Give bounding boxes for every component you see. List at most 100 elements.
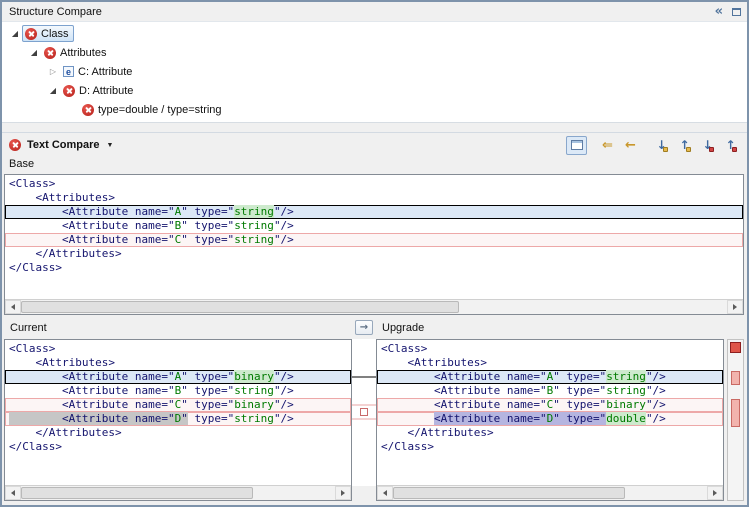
change-accent-dot xyxy=(709,147,714,152)
viewer-dropdown-icon[interactable]: ▼ xyxy=(107,142,114,149)
scroll-right-button[interactable] xyxy=(335,486,351,500)
scroll-track[interactable] xyxy=(393,486,707,500)
maximize-pane-icon[interactable] xyxy=(732,8,741,16)
tree-item-d-attribute[interactable]: ◢ D: Attribute xyxy=(2,81,747,100)
tree-item-labelbox: eC: Attribute xyxy=(60,63,137,80)
tree-item-labelbox: type=double / type=string xyxy=(79,101,227,118)
code-token: <Attribute name=" xyxy=(381,370,547,383)
left-arrow-icon xyxy=(383,490,387,496)
tree-item-c-attribute[interactable]: ▷eC: Attribute xyxy=(2,62,747,81)
code-line[interactable]: </Attributes> xyxy=(5,426,351,440)
code-line[interactable]: <Attribute name="D" type="string"/> xyxy=(5,412,351,426)
code-token: <Attribute name=" xyxy=(9,398,175,411)
scroll-left-button[interactable] xyxy=(5,486,21,500)
structure-tree[interactable]: ◢Class◢Attributes▷eC: Attribute◢D: Attri… xyxy=(2,22,747,123)
conflict-icon xyxy=(63,85,75,97)
collapse-arrow-icon[interactable]: ◢ xyxy=(8,29,22,38)
collapse-pane-chevrons-icon[interactable]: « xyxy=(715,5,723,18)
code-token: double xyxy=(606,412,646,425)
current-editor[interactable]: <Class> <Attributes> <Attribute name="A"… xyxy=(4,339,352,501)
scroll-left-button[interactable] xyxy=(5,300,21,314)
upgrade-code[interactable]: <Class> <Attributes> <Attribute name="A"… xyxy=(377,340,723,485)
tree-item-type-double-type-string[interactable]: type=double / type=string xyxy=(2,100,747,119)
code-line[interactable]: </Class> xyxy=(377,440,723,454)
scroll-track[interactable] xyxy=(21,300,727,314)
base-hscrollbar[interactable] xyxy=(5,299,743,314)
tree-item-attributes[interactable]: ◢ Attributes xyxy=(2,43,747,62)
element-icon: e xyxy=(63,66,74,77)
expand-arrow-icon[interactable]: ▷ xyxy=(46,67,60,76)
next-change-icon[interactable]: ↓ xyxy=(697,136,718,155)
code-line[interactable]: <Attribute name="A" type="string"/> xyxy=(377,370,723,384)
scroll-thumb[interactable] xyxy=(21,487,253,499)
code-token: string xyxy=(606,384,646,397)
code-line[interactable]: <Attributes> xyxy=(5,356,351,370)
code-line[interactable]: <Attribute name="C" type="string"/> xyxy=(5,233,743,247)
code-token: " type=" xyxy=(181,233,234,246)
base-code[interactable]: <Class> <Attributes> <Attribute name="A"… xyxy=(5,175,743,299)
code-token: " type=" xyxy=(553,370,606,383)
previous-change-icon[interactable]: ↑ xyxy=(720,136,741,155)
current-hscrollbar[interactable] xyxy=(5,485,351,500)
scroll-right-button[interactable] xyxy=(707,486,723,500)
left-arrow-icon: ← xyxy=(625,139,636,152)
code-token: binary xyxy=(606,398,646,411)
code-token: <Attribute name=" xyxy=(9,384,175,397)
code-line[interactable]: </Attributes> xyxy=(377,426,723,440)
code-line[interactable]: <Class> xyxy=(377,342,723,356)
code-token: " type=" xyxy=(181,205,234,218)
current-code[interactable]: <Class> <Attributes> <Attribute name="A"… xyxy=(5,340,351,485)
code-line[interactable]: <Attributes> xyxy=(5,191,743,205)
right-arrow-icon xyxy=(733,304,737,310)
upgrade-hscrollbar[interactable] xyxy=(377,485,723,500)
code-line[interactable]: <Attribute name="A" type="binary"/> xyxy=(5,370,351,384)
merge-direction-button[interactable]: → xyxy=(355,320,373,335)
scroll-thumb[interactable] xyxy=(21,301,459,313)
code-line[interactable]: <Attribute name="C" type="binary"/> xyxy=(377,398,723,412)
code-line[interactable]: <Class> xyxy=(5,177,743,191)
copy-all-right-to-left-icon[interactable]: ⇐ xyxy=(597,136,618,155)
diff-connector-area xyxy=(352,339,376,486)
structure-compare-title: Structure Compare xyxy=(9,6,102,18)
code-line[interactable]: <Class> xyxy=(5,342,351,356)
diff-marker-conflict[interactable] xyxy=(731,399,740,427)
code-line[interactable]: <Attribute name="B" type="string"/> xyxy=(5,384,351,398)
code-line[interactable]: </Attributes> xyxy=(5,247,743,261)
conflict-icon xyxy=(9,139,21,151)
tree-item-label: type=double / type=string xyxy=(98,104,222,116)
scroll-thumb[interactable] xyxy=(393,487,625,499)
code-line[interactable]: <Attribute name="D" type="double"/> xyxy=(377,412,723,426)
next-difference-icon[interactable]: ↓ xyxy=(651,136,672,155)
scroll-track[interactable] xyxy=(21,486,335,500)
tree-item-class[interactable]: ◢Class xyxy=(2,24,747,43)
code-line[interactable]: <Attribute name="B" type="string"/> xyxy=(377,384,723,398)
collapse-arrow-icon[interactable]: ◢ xyxy=(27,48,41,57)
diff-marker-current[interactable] xyxy=(731,371,740,385)
code-token: "/> xyxy=(646,398,666,411)
code-token: " type=" xyxy=(553,384,606,397)
code-line[interactable]: </Class> xyxy=(5,440,351,454)
upgrade-editor[interactable]: <Class> <Attributes> <Attribute name="A"… xyxy=(376,339,724,501)
overview-aggregate-indicator[interactable] xyxy=(730,342,741,353)
collapse-arrow-icon[interactable]: ◢ xyxy=(46,86,60,95)
code-token: <Class> xyxy=(9,342,55,355)
code-token: <Class> xyxy=(381,342,427,355)
copy-current-right-to-left-icon[interactable]: ← xyxy=(620,136,641,155)
overview-ruler[interactable] xyxy=(727,339,744,501)
previous-difference-icon[interactable]: ↑ xyxy=(674,136,695,155)
scroll-left-button[interactable] xyxy=(377,486,393,500)
base-editor[interactable]: <Class> <Attributes> <Attribute name="A"… xyxy=(4,174,744,315)
code-line[interactable]: <Attributes> xyxy=(377,356,723,370)
ancestor-pane-toggle-icon[interactable] xyxy=(566,136,587,155)
code-line[interactable]: <Attribute name="B" type="string"/> xyxy=(5,219,743,233)
code-token: string xyxy=(234,384,274,397)
code-token: "/> xyxy=(274,384,294,397)
tree-item-label: Attributes xyxy=(60,47,106,59)
code-line[interactable]: <Attribute name="A" type="string"/> xyxy=(5,205,743,219)
code-token: <Attribute name=" xyxy=(9,233,175,246)
code-line[interactable]: <Attribute name="C" type="binary"/> xyxy=(5,398,351,412)
scroll-right-button[interactable] xyxy=(727,300,743,314)
tree-item-label: D: Attribute xyxy=(79,85,133,97)
code-token xyxy=(381,412,434,425)
code-line[interactable]: </Class> xyxy=(5,261,743,275)
